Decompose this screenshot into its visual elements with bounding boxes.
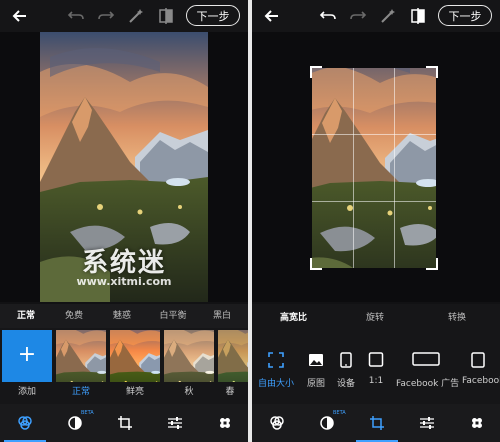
aspect-1-1[interactable]: 1:1 [356,348,396,398]
right-screen: 下一步 高宽比 旋转 转换 自由大小 原图 设备 1:1 Facebook 广告… [252,0,500,442]
aspect-facebook[interactable]: Facebook [462,348,500,398]
redo-icon[interactable] [348,6,368,26]
healing-icon [320,416,334,430]
tab-white-balance[interactable]: 白平衡 [150,304,196,328]
watermark-text: 系统迷 [81,248,166,278]
grid-line-h2 [312,201,436,202]
compare-icon[interactable] [408,6,428,26]
bandage-icon [472,418,482,428]
tab-normal[interactable]: 正常 [6,304,46,328]
arrow-left-icon[interactable] [262,6,282,26]
filter-category-tabs: 正常 免费 魅惑 白平衡 黑白 [0,304,248,328]
top-toolbar: 下一步 [0,0,248,32]
aspect-free[interactable]: 自由大小 [256,348,296,398]
filter-thumb-autumn[interactable] [164,330,214,382]
image-icon [309,354,323,366]
redo-icon[interactable] [96,6,116,26]
crop-handle-top-left[interactable] [310,66,322,78]
watermark: 系统迷 www.xitmi.com [40,242,208,302]
magic-wand-icon[interactable] [126,6,146,26]
nav-crop[interactable] [352,404,402,442]
crop-icon [118,416,132,430]
nav-adjustments[interactable] [150,404,200,442]
nav-bandage[interactable] [200,404,248,442]
grid-line-v1 [353,68,354,268]
healing-icon [68,416,82,430]
tab-free[interactable]: 免费 [54,304,94,328]
add-filter-button[interactable]: + [2,330,52,382]
crop-options-panel: 高宽比 旋转 转换 自由大小 原图 设备 1:1 Facebook 广告 Fac… [252,304,500,404]
nav-looks[interactable] [0,404,50,442]
grid-line-h1 [312,134,436,135]
filter-label-normal: 正常 [71,387,90,397]
aspect-label: Facebook 广告 [396,379,460,389]
undo-icon[interactable] [318,6,338,26]
nav-healing[interactable]: BETA [50,404,100,442]
plus-icon: + [17,342,37,367]
nav-looks[interactable] [252,404,302,442]
crop-handle-top-right[interactable] [426,66,438,78]
filter-thumb-normal[interactable] [56,330,106,382]
compare-icon[interactable] [156,6,176,26]
crop-frame[interactable] [310,66,438,270]
bandage-icon [220,418,230,428]
nav-crop[interactable] [100,404,150,442]
nav-healing[interactable]: BETA [302,404,352,442]
rect-icon [471,352,485,368]
grid-line-v2 [394,68,395,268]
sliders-icon [420,417,434,429]
next-step-button[interactable]: 下一步 [438,5,492,26]
filter-thumb-vivid[interactable] [110,330,160,382]
tab-aspect-ratio[interactable]: 高宽比 [280,310,307,326]
free-crop-icon [268,352,284,368]
filter-thumb-spring[interactable] [218,330,248,382]
crop-handle-bottom-right[interactable] [426,258,438,270]
crop-handle-bottom-left[interactable] [310,258,322,270]
crop-icon [370,416,384,430]
left-screen: 下一步 系统迷 www.xitmi.com 正常 免费 魅惑 白平衡 黑白 + … [0,0,248,442]
filter-label-add: 添加 [17,387,36,397]
undo-icon[interactable] [66,6,86,26]
aspect-label: Facebook [462,376,500,386]
magic-wand-icon[interactable] [378,6,398,26]
top-toolbar: 下一步 [252,0,500,32]
looks-icon [270,416,284,430]
aspect-facebook-ad[interactable]: Facebook 广告 [396,348,459,398]
nav-adjustments[interactable] [402,404,452,442]
tab-rotate[interactable]: 旋转 [366,310,384,326]
phone-icon [340,352,352,368]
beta-badge: BETA [81,410,94,416]
beta-badge: BETA [333,410,346,416]
filter-label-autumn: 秋 [184,387,194,397]
sliders-icon [168,417,182,429]
next-step-button[interactable]: 下一步 [186,5,240,26]
photo-canvas[interactable]: 系统迷 www.xitmi.com [0,32,248,302]
wide-rect-icon [412,352,440,366]
watermark-url: www.xitmi.com [76,275,172,288]
arrow-left-icon[interactable] [10,6,30,26]
square-icon [368,352,384,367]
tab-transform[interactable]: 转换 [448,310,466,326]
nav-bandage[interactable] [452,404,500,442]
filter-label-vivid: 鲜亮 [125,387,144,397]
filter-strip: + 添加 正常 鲜亮 秋 春 [0,328,248,404]
photo-image [312,68,436,268]
tab-charm[interactable]: 魅惑 [102,304,142,328]
bottom-nav: BETA [0,404,248,442]
filter-label-spring: 春 [225,387,235,397]
bottom-nav: BETA [252,404,500,442]
crop-canvas[interactable] [252,32,500,302]
tab-black-white[interactable]: 黑白 [202,304,242,328]
looks-icon [18,416,32,430]
